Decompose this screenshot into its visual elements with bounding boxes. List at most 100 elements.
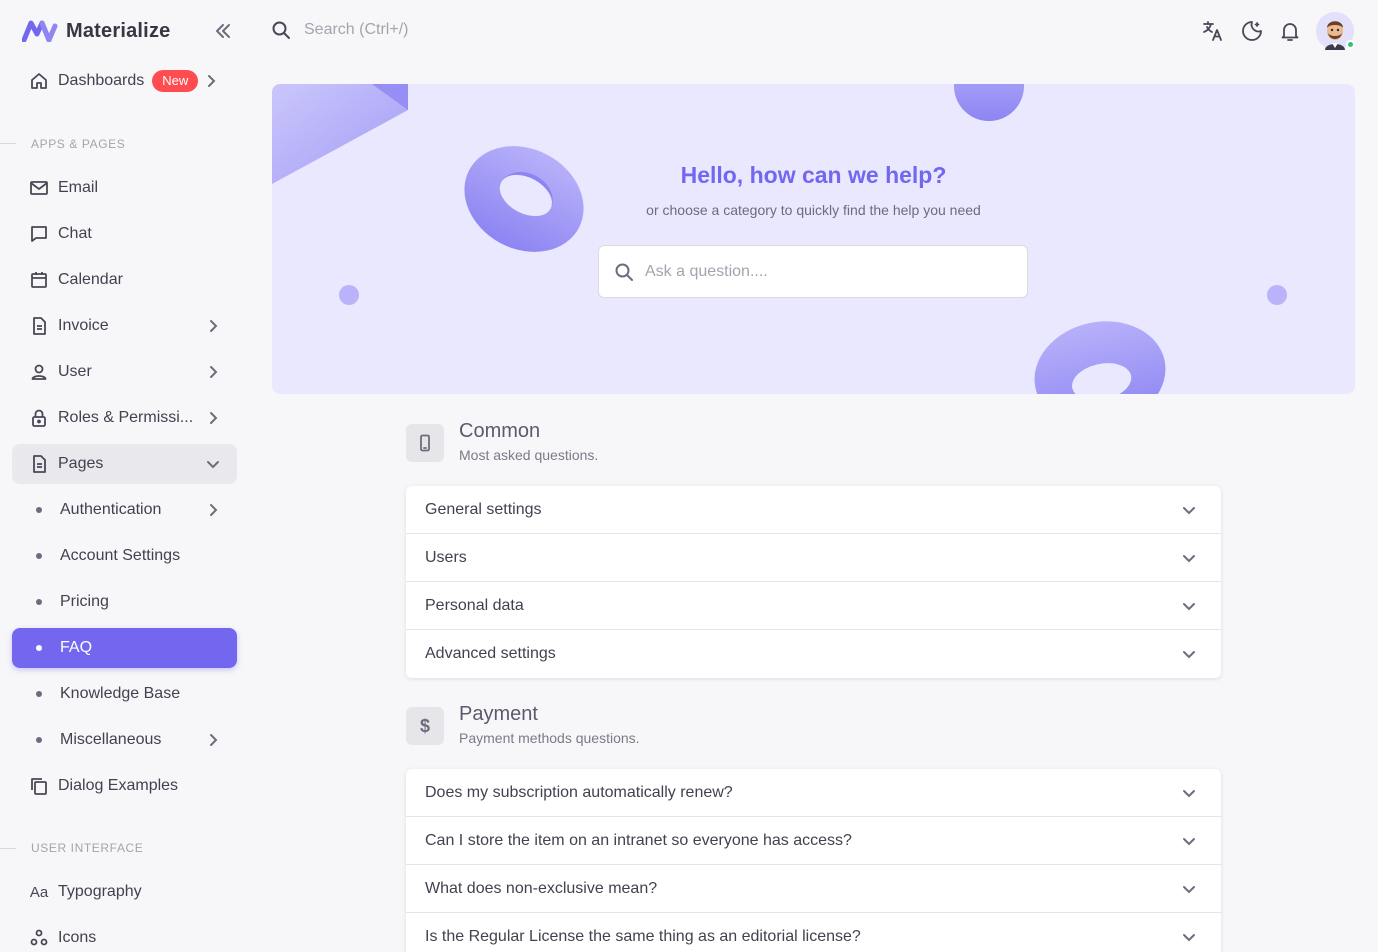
accordion-item[interactable]: Is the Regular License the same thing as… — [406, 913, 1221, 952]
chevron-down-icon — [1179, 927, 1199, 947]
section-divider — [0, 848, 16, 849]
chevron-down-icon — [1179, 500, 1199, 520]
search-placeholder: Search (Ctrl+/) — [304, 21, 409, 38]
sidebar-item-authentication[interactable]: Authentication — [12, 490, 237, 530]
calendar-icon — [28, 269, 50, 291]
hero-decoration-shapes — [272, 84, 1287, 394]
accordion-question: Advanced settings — [425, 645, 556, 662]
accordion-item[interactable]: General settings — [406, 486, 1221, 534]
section-divider — [0, 143, 16, 144]
sidebar-item-label: Chat — [58, 225, 92, 242]
sidebar-item-dashboards[interactable]: Dashboards New — [12, 61, 237, 101]
bullet-icon — [36, 691, 42, 697]
bullet-icon — [36, 507, 42, 513]
faq-hero-banner: Hello, how can we help? or choose a cate… — [272, 84, 1355, 394]
chat-icon — [28, 223, 50, 245]
chevron-right-icon — [203, 362, 223, 382]
sidebar-item-roles-permissions[interactable]: Roles & Permissi... — [12, 398, 237, 438]
accordion-question: Users — [425, 548, 467, 566]
accordion-question: Personal data — [425, 596, 524, 614]
translate-icon[interactable] — [1201, 19, 1225, 43]
accordion-item[interactable]: Personal data — [406, 582, 1221, 630]
accordion-item[interactable]: What does non-exclusive mean? — [406, 865, 1221, 913]
sidebar-item-label: Icons — [58, 929, 97, 946]
chevron-right-icon — [203, 316, 223, 336]
brand-name: Materialize — [66, 19, 171, 42]
section-header-user-interface: USER INTERFACE — [31, 841, 144, 855]
sidebar-item-label: Pricing — [60, 593, 109, 610]
sidebar-item-account-settings[interactable]: Account Settings — [12, 536, 237, 576]
typography-icon: Aa — [29, 883, 49, 901]
sidebar-item-faq[interactable]: FAQ — [12, 628, 237, 668]
user-avatar[interactable] — [1316, 12, 1355, 50]
copy-icon — [28, 775, 50, 797]
sidebar-item-label: Invoice — [58, 317, 109, 334]
collapse-sidebar-icon[interactable] — [212, 20, 234, 42]
brand[interactable]: Materialize — [22, 18, 170, 44]
sidebar-item-label: FAQ — [60, 639, 93, 656]
sidebar-item-dialog-examples[interactable]: Dialog Examples — [12, 766, 237, 806]
chevron-down-icon — [1179, 879, 1199, 899]
sidebar-item-email[interactable]: Email — [12, 168, 237, 208]
accordion-question: Can I store the item on an intranet so e… — [425, 831, 852, 849]
sidebar-item-typography[interactable]: Aa Typography — [12, 872, 237, 912]
sidebar-item-label: Roles & Permissi... — [58, 409, 194, 426]
search-icon — [270, 19, 292, 41]
hero-subtitle: or choose a category to quickly find the… — [646, 202, 981, 218]
faq-category-common: Common Most asked questions. — [406, 420, 599, 463]
chevron-down-icon — [1179, 644, 1199, 664]
chevron-down-icon — [203, 454, 223, 474]
phone-icon — [406, 424, 444, 462]
category-description: Payment methods questions. — [459, 730, 640, 746]
accordion-question: General settings — [425, 500, 542, 518]
chevron-down-icon — [1179, 783, 1199, 803]
sidebar-item-label: Dialog Examples — [58, 777, 179, 794]
bullet-icon — [36, 645, 42, 651]
sidebar-item-calendar[interactable]: Calendar — [12, 260, 237, 300]
accordion-item[interactable]: Can I store the item on an intranet so e… — [406, 817, 1221, 865]
sidebar-item-label: Pages — [58, 455, 104, 472]
category-description: Most asked questions. — [459, 447, 599, 463]
accordion-item[interactable]: Users — [406, 534, 1221, 582]
sidebar-item-label: Miscellaneous — [60, 731, 162, 748]
chevron-right-icon — [201, 71, 221, 91]
sidebar-item-label: Authentication — [60, 501, 162, 518]
bell-icon[interactable] — [1278, 19, 1302, 43]
hero-title: Hello, how can we help? — [680, 162, 947, 188]
chevron-down-icon — [1179, 548, 1199, 568]
accordion-item[interactable]: Advanced settings — [406, 630, 1221, 678]
sidebar-item-user[interactable]: User — [12, 352, 237, 392]
faq-accordion-payment: Does my subscription automatically renew… — [406, 769, 1221, 952]
sidebar-item-pages[interactable]: Pages — [12, 444, 237, 484]
moon-icon[interactable] — [1240, 19, 1264, 43]
bullet-icon — [36, 599, 42, 605]
accordion-question: Is the Regular License the same thing as… — [425, 928, 861, 945]
dollar-icon: $ — [406, 707, 444, 745]
bullet-icon — [36, 737, 42, 743]
search-icon — [613, 261, 635, 283]
materialize-logo-icon — [22, 20, 58, 42]
global-search[interactable]: Search (Ctrl+/) — [270, 19, 408, 41]
page-icon — [28, 453, 50, 475]
faq-search-box[interactable] — [598, 245, 1028, 298]
user-icon — [28, 361, 50, 383]
icons-icon — [28, 927, 50, 949]
sidebar-item-label: Knowledge Base — [60, 685, 181, 702]
mail-icon — [28, 177, 50, 199]
sidebar-item-icons[interactable]: Icons — [12, 918, 237, 952]
sidebar-item-label: User — [58, 363, 92, 380]
sidebar-item-label: Account Settings — [60, 547, 181, 564]
sidebar-item-knowledge-base[interactable]: Knowledge Base — [12, 674, 237, 714]
sidebar-item-label: Dashboards — [58, 72, 145, 89]
sidebar-item-chat[interactable]: Chat — [12, 214, 237, 254]
sidebar-item-invoice[interactable]: Invoice — [12, 306, 237, 346]
sidebar-item-label: Typography — [58, 883, 142, 900]
accordion-question: Does my subscription automatically renew… — [425, 783, 733, 801]
sidebar-item-label: Calendar — [58, 271, 123, 288]
new-badge: New — [152, 70, 199, 92]
faq-search-input[interactable] — [645, 262, 1005, 281]
lock-icon — [28, 407, 50, 429]
sidebar-item-miscellaneous[interactable]: Miscellaneous — [12, 720, 237, 760]
accordion-item[interactable]: Does my subscription automatically renew… — [406, 769, 1221, 817]
sidebar-item-pricing[interactable]: Pricing — [12, 582, 237, 622]
